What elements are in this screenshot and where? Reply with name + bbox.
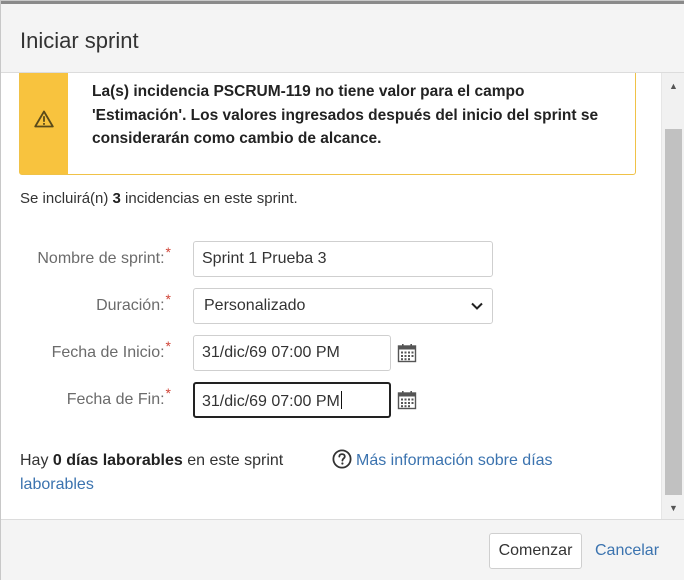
end-date-value: 31/dic/69 07:00 PM xyxy=(202,393,340,410)
working-days-help-link-continued[interactable]: laborables xyxy=(20,473,94,497)
dialog-body: La(s) incidencia PSCRUM-119 no tiene val… xyxy=(1,73,684,519)
required-marker: * xyxy=(165,291,171,307)
scroll-down-arrow-icon[interactable]: ▼ xyxy=(669,503,678,513)
included-count: 3 xyxy=(112,190,121,207)
end-date-row: Fecha de Fin:* 31/dic/69 07:00 PM xyxy=(1,382,661,418)
dialog-header: Iniciar sprint xyxy=(1,1,684,73)
included-suffix: incidencias en este sprint. xyxy=(120,190,298,207)
start-date-input[interactable]: 31/dic/69 07:00 PM xyxy=(193,335,391,371)
dialog-title: Iniciar sprint xyxy=(20,28,139,53)
warning-triangle-icon xyxy=(34,110,54,128)
working-days-count: 0 días laborables xyxy=(52,452,183,469)
scrollbar-thumb[interactable] xyxy=(665,129,682,495)
help-circle-icon xyxy=(332,449,352,469)
start-sprint-dialog: Iniciar sprint La(s) incidencia PSCRUM-1… xyxy=(0,0,684,580)
included-prefix: Se incluirá(n) xyxy=(20,190,113,207)
calendar-icon[interactable] xyxy=(397,390,417,410)
duration-selected-value: Personalizado xyxy=(204,297,306,314)
start-date-label: Fecha de Inicio:* xyxy=(51,338,171,361)
text-caret xyxy=(340,391,342,409)
required-marker: * xyxy=(165,244,171,260)
cancel-link[interactable]: Cancelar xyxy=(595,542,659,560)
duration-row: Duración:* Personalizado xyxy=(1,288,661,324)
sprint-name-label: Nombre de sprint:* xyxy=(37,244,171,267)
warning-message: La(s) incidencia PSCRUM-119 no tiene val… xyxy=(19,73,636,175)
calendar-icon[interactable] xyxy=(397,343,417,363)
help-link-text[interactable]: Más información sobre días xyxy=(356,452,553,469)
warning-stripe xyxy=(20,73,68,174)
chevron-down-icon xyxy=(471,302,483,310)
end-date-label: Fecha de Fin:* xyxy=(66,385,171,408)
warning-text: La(s) incidencia PSCRUM-119 no tiene val… xyxy=(92,83,599,147)
required-marker: * xyxy=(165,385,171,401)
dialog-footer: Comenzar Cancelar xyxy=(1,519,684,580)
duration-label: Duración:* xyxy=(96,291,171,314)
working-days-text: Hay 0 días laborables en este sprint xyxy=(20,452,284,469)
working-days-help-link[interactable]: Más información sobre días xyxy=(332,449,553,473)
start-date-row: Fecha de Inicio:* 31/dic/69 07:00 PM xyxy=(1,335,661,371)
duration-select[interactable]: Personalizado xyxy=(193,288,493,324)
included-issues-text: Se incluirá(n) 3 incidencias en este spr… xyxy=(20,190,298,207)
sprint-name-row: Nombre de sprint:* Sprint 1 Prueba 3 xyxy=(1,241,661,277)
scroll-up-arrow-icon[interactable]: ▲ xyxy=(669,81,678,91)
vertical-scrollbar[interactable]: ▲ ▼ xyxy=(661,73,684,519)
sprint-name-input[interactable]: Sprint 1 Prueba 3 xyxy=(193,241,493,277)
required-marker: * xyxy=(165,338,171,354)
end-date-input[interactable]: 31/dic/69 07:00 PM xyxy=(193,382,391,418)
start-sprint-button[interactable]: Comenzar xyxy=(489,533,582,569)
